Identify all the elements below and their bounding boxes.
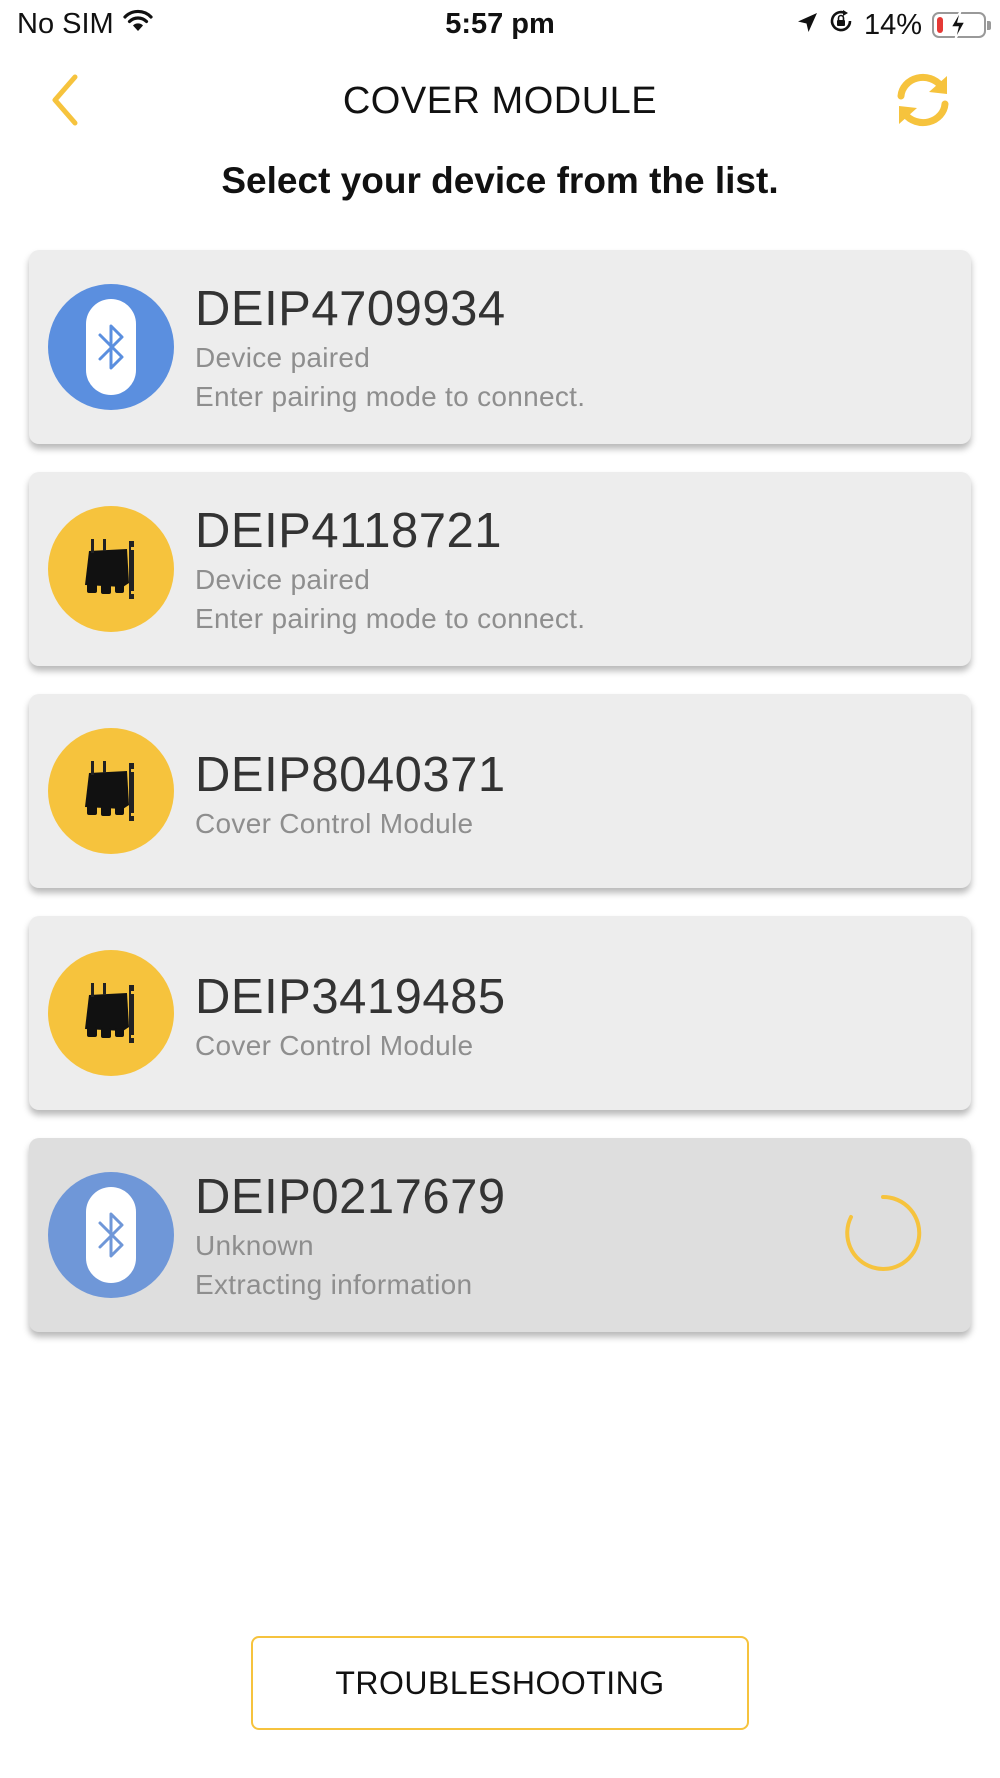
device-card[interactable]: DEIP0217679 Unknown Extracting informati… [29, 1138, 971, 1332]
device-name: DEIP8040371 [195, 748, 506, 802]
refresh-button[interactable] [888, 68, 958, 136]
device-status: Unknown [195, 1230, 314, 1261]
device-info: DEIP0217679 Unknown Extracting informati… [195, 1168, 941, 1304]
troubleshooting-button[interactable]: TROUBLESHOOTING [251, 1636, 749, 1730]
device-info: DEIP3419485 Cover Control Module [195, 968, 941, 1065]
device-hint: Extracting information [195, 1269, 473, 1300]
device-list: DEIP4709934 Device paired Enter pairing … [29, 250, 971, 1360]
cover-module-icon [71, 749, 151, 834]
device-info: DEIP8040371 Cover Control Module [195, 746, 941, 843]
status-right: 14% [796, 8, 991, 42]
device-card[interactable]: DEIP4709934 Device paired Enter pairing … [29, 250, 971, 444]
loading-spinner-icon [843, 1193, 923, 1273]
device-avatar [48, 506, 174, 632]
cover-module-icon [71, 971, 151, 1056]
battery-level [937, 17, 943, 33]
device-type: Cover Control Module [195, 1030, 474, 1061]
device-status: Device paired [195, 342, 371, 373]
device-card[interactable]: DEIP3419485 Cover Control Module [29, 916, 971, 1110]
device-card[interactable]: DEIP4118721 Device paired Enter pairing … [29, 472, 971, 666]
device-name: DEIP0217679 [195, 1170, 506, 1224]
device-name: DEIP3419485 [195, 970, 506, 1024]
device-hint: Enter pairing mode to connect. [195, 603, 586, 634]
page-title: COVER MODULE [342, 80, 658, 122]
device-info: DEIP4118721 Device paired Enter pairing … [195, 502, 941, 638]
orientation-lock-icon [828, 8, 854, 42]
device-type: Cover Control Module [195, 808, 474, 839]
device-avatar [48, 950, 174, 1076]
instruction-text: Select your device from the list. [221, 160, 779, 201]
device-avatar [48, 284, 174, 410]
refresh-icon [891, 70, 955, 135]
bluetooth-icon [86, 1187, 136, 1283]
device-avatar [48, 1172, 174, 1298]
device-hint: Enter pairing mode to connect. [195, 381, 586, 412]
nav-header: COVER MODULE [0, 60, 1000, 144]
status-bar: No SIM 5:57 pm 14% [0, 0, 1000, 52]
battery-percent: 14% [863, 8, 922, 41]
bluetooth-icon [86, 299, 136, 395]
location-arrow-icon [796, 9, 818, 42]
device-info: DEIP4709934 Device paired Enter pairing … [195, 280, 941, 416]
device-status: Device paired [195, 564, 371, 595]
device-name: DEIP4709934 [195, 282, 506, 336]
device-avatar [48, 728, 174, 854]
device-card[interactable]: DEIP8040371 Cover Control Module [29, 694, 971, 888]
cover-module-icon [71, 527, 151, 612]
battery-charging-icon [932, 9, 991, 41]
device-name: DEIP4118721 [195, 504, 502, 558]
